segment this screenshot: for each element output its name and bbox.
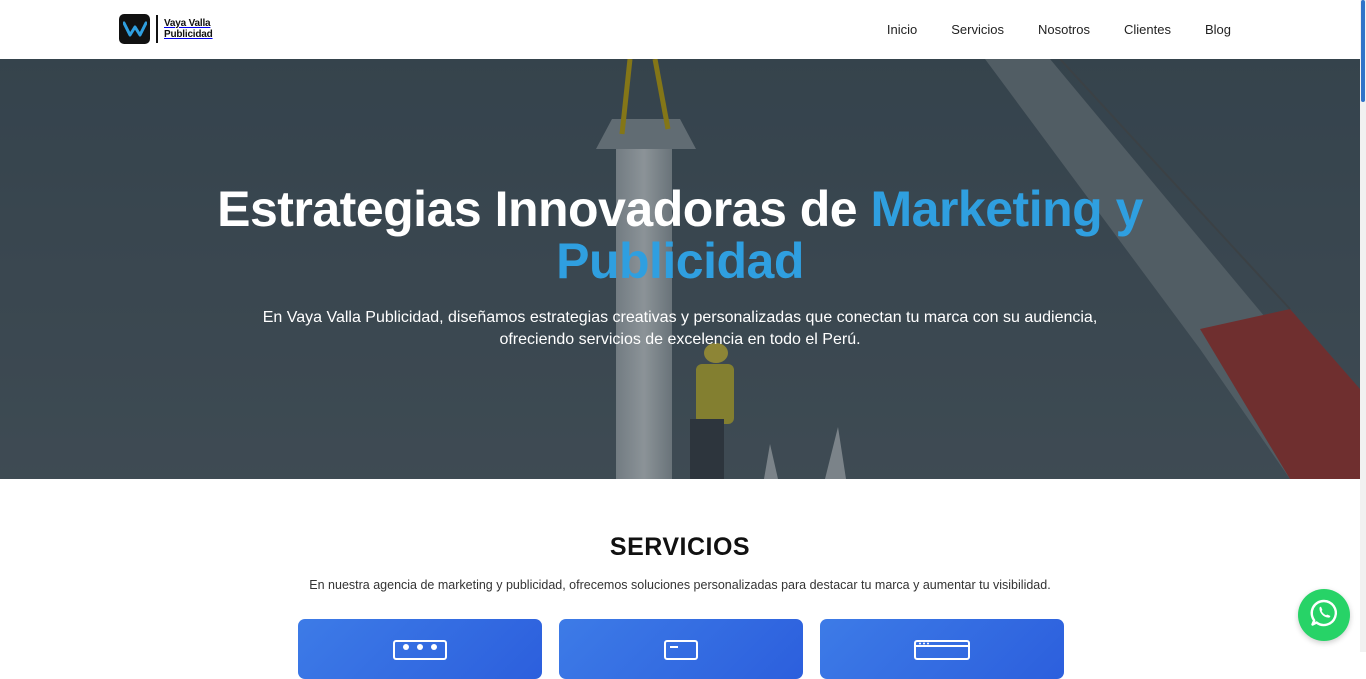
brand-name: Vaya Valla Publicidad — [164, 18, 213, 40]
service-card-2[interactable] — [559, 619, 803, 679]
page-scrollbar-thumb[interactable] — [1361, 0, 1365, 102]
nav-item-inicio[interactable]: Inicio — [887, 22, 917, 37]
brand-logo[interactable]: Vaya Valla Publicidad — [119, 14, 213, 44]
billboard-icon — [393, 640, 447, 665]
hero-title-accent-1: Marketing y — [870, 181, 1144, 237]
hero-title-white: Estrategias Innovadoras de — [217, 181, 871, 237]
nav-item-blog[interactable]: Blog — [1205, 22, 1231, 37]
services-title: SERVICIOS — [609, 533, 751, 561]
brand-name-line1: Vaya Valla — [164, 18, 211, 29]
brand-name-line2: Publicidad — [164, 29, 213, 40]
services-subtitle: En nuestra agencia de marketing y public… — [309, 578, 1051, 592]
brand-mark-icon — [119, 14, 150, 44]
hero-title-accent-2: Publicidad — [556, 233, 804, 289]
service-card-3[interactable] — [820, 619, 1064, 679]
whatsapp-button[interactable] — [1298, 589, 1350, 641]
hero-subtitle: En Vaya Valla Publicidad, diseñamos estr… — [262, 309, 1098, 348]
nav-item-servicios[interactable]: Servicios — [951, 22, 1004, 37]
nav-item-nosotros[interactable]: Nosotros — [1038, 22, 1090, 37]
whatsapp-icon — [1309, 598, 1339, 633]
service-card-1[interactable] — [298, 619, 542, 679]
hero-title: Estrategias Innovadoras de Marketing y P… — [0, 183, 1360, 287]
brand-divider — [156, 15, 158, 43]
site-header: Vaya Valla Publicidad Inicio Servicios N… — [0, 0, 1360, 59]
nav-item-clientes[interactable]: Clientes — [1124, 22, 1171, 37]
monitor-icon — [664, 640, 698, 665]
hero-section: Estrategias Innovadoras de Marketing y P… — [0, 59, 1360, 479]
main-nav: Inicio Servicios Nosotros Clientes Blog — [887, 0, 1231, 59]
browser-window-icon — [914, 640, 970, 665]
